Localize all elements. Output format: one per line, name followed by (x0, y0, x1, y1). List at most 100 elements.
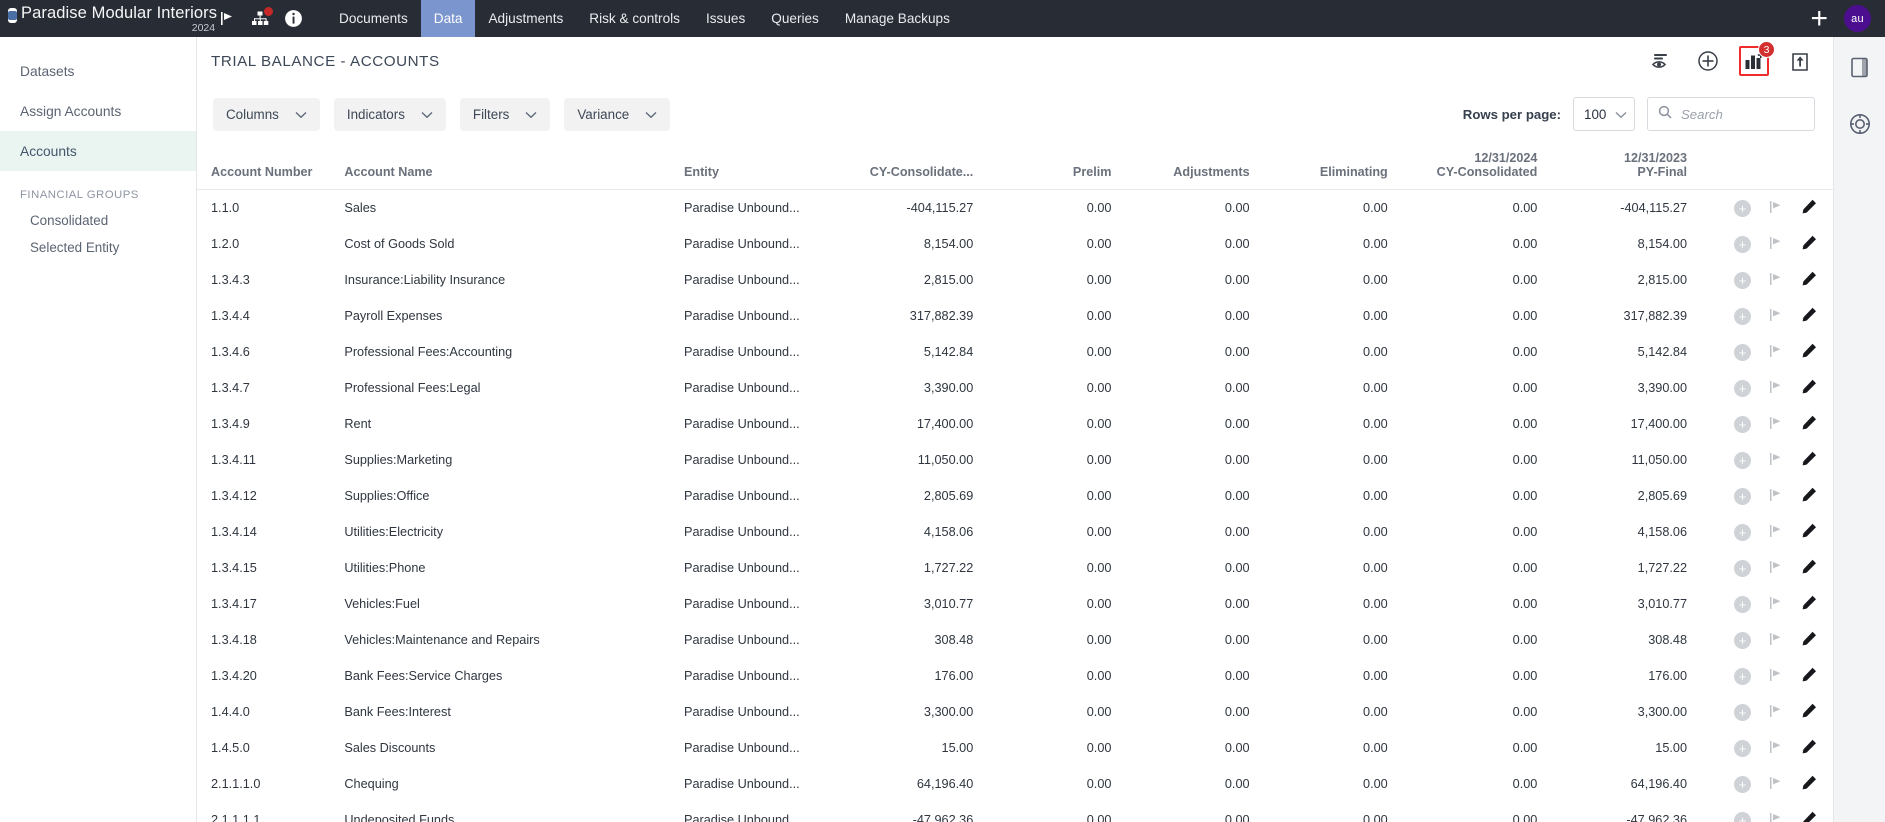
column-header-adjustments[interactable]: Adjustments (1121, 143, 1259, 190)
table-row[interactable]: 1.3.4.11Supplies:MarketingParadise Unbou… (197, 442, 1833, 478)
table-row[interactable]: 1.3.4.17Vehicles:FuelParadise Unbound...… (197, 586, 1833, 622)
column-header-eliminating[interactable]: Eliminating (1260, 143, 1398, 190)
table-row[interactable]: 2.1.1.1.1Undeposited FundsParadise Unbou… (197, 802, 1833, 822)
sidebar-item-selected-entity[interactable]: Selected Entity (0, 234, 196, 261)
add-icon[interactable]: + (1734, 416, 1751, 433)
flag-icon[interactable] (219, 10, 236, 27)
add-icon[interactable]: + (1734, 200, 1751, 217)
help-circle-icon[interactable] (1849, 113, 1871, 140)
table-row[interactable]: 1.3.4.6Professional Fees:AccountingParad… (197, 334, 1833, 370)
add-icon[interactable]: + (1734, 704, 1751, 721)
flag-icon[interactable] (1769, 668, 1784, 685)
table-row[interactable]: 1.3.4.14Utilities:ElectricityParadise Un… (197, 514, 1833, 550)
nav-item-data[interactable]: Data (421, 0, 476, 37)
flag-icon[interactable] (1769, 488, 1784, 505)
filters-dropdown[interactable]: Filters (460, 98, 550, 131)
edit-pencil-icon[interactable] (1802, 811, 1817, 822)
table-row[interactable]: 1.3.4.3Insurance:Liability InsurancePara… (197, 262, 1833, 298)
flag-icon[interactable] (1769, 452, 1784, 469)
add-icon[interactable]: + (1734, 740, 1751, 757)
indicators-dropdown[interactable]: Indicators (334, 98, 446, 131)
edit-pencil-icon[interactable] (1802, 415, 1817, 433)
add-icon[interactable]: + (1734, 308, 1751, 325)
table-row[interactable]: 2.1.1.1.0ChequingParadise Unbound...64,1… (197, 766, 1833, 802)
sidebar-item-datasets[interactable]: Datasets (0, 51, 196, 91)
column-header-cy-consolidate[interactable]: CY-Consolidate... (845, 143, 983, 190)
edit-pencil-icon[interactable] (1802, 703, 1817, 721)
flag-icon[interactable] (1769, 596, 1784, 613)
sidebar-item-accounts[interactable]: Accounts (0, 131, 196, 171)
add-icon[interactable]: + (1734, 524, 1751, 541)
search-input[interactable] (1681, 107, 1804, 122)
flag-icon[interactable] (1769, 704, 1784, 721)
edit-pencil-icon[interactable] (1802, 559, 1817, 577)
table-row[interactable]: 1.3.4.18Vehicles:Maintenance and Repairs… (197, 622, 1833, 658)
sidebar-item-consolidated[interactable]: Consolidated (0, 207, 196, 234)
column-header-py-final[interactable]: 12/31/2023 PY-Final (1547, 143, 1697, 190)
flag-icon[interactable] (1769, 272, 1784, 289)
add-icon[interactable]: + (1734, 488, 1751, 505)
table-row[interactable]: 1.3.4.4Payroll ExpensesParadise Unbound.… (197, 298, 1833, 334)
sidebar-item-assign-accounts[interactable]: Assign Accounts (0, 91, 196, 131)
edit-pencil-icon[interactable] (1802, 271, 1817, 289)
table-row[interactable]: 1.3.4.7Professional Fees:LegalParadise U… (197, 370, 1833, 406)
brand-logo-area[interactable]: Paradise Modular Interiors 2024 (0, 3, 215, 34)
export-icon[interactable] (1785, 46, 1815, 76)
column-header-prelim[interactable]: Prelim (983, 143, 1121, 190)
add-new-button[interactable]: + (1810, 7, 1828, 31)
variance-dropdown[interactable]: Variance (564, 98, 670, 131)
flag-icon[interactable] (1769, 524, 1784, 541)
edit-pencil-icon[interactable] (1802, 343, 1817, 361)
nav-item-documents[interactable]: Documents (326, 0, 421, 37)
nav-item-queries[interactable]: Queries (758, 0, 832, 37)
edit-pencil-icon[interactable] (1802, 739, 1817, 757)
table-row[interactable]: 1.3.4.12Supplies:OfficeParadise Unbound.… (197, 478, 1833, 514)
add-icon[interactable]: + (1734, 812, 1751, 822)
column-header-account-name[interactable]: Account Name (344, 143, 684, 190)
add-icon[interactable]: + (1734, 668, 1751, 685)
flag-icon[interactable] (1769, 740, 1784, 757)
flag-icon[interactable] (1769, 632, 1784, 649)
table-row[interactable]: 1.4.5.0Sales DiscountsParadise Unbound..… (197, 730, 1833, 766)
edit-pencil-icon[interactable] (1802, 667, 1817, 685)
edit-pencil-icon[interactable] (1802, 523, 1817, 541)
column-header-cy-consolidated[interactable]: 12/31/2024 CY-Consolidated (1398, 143, 1548, 190)
nav-item-risk-controls[interactable]: Risk & controls (576, 0, 693, 37)
table-row[interactable]: 1.3.4.20Bank Fees:Service ChargesParadis… (197, 658, 1833, 694)
edit-pencil-icon[interactable] (1802, 451, 1817, 469)
edit-pencil-icon[interactable] (1802, 487, 1817, 505)
edit-pencil-icon[interactable] (1802, 199, 1817, 217)
flag-icon[interactable] (1769, 344, 1784, 361)
table-row[interactable]: 1.1.0SalesParadise Unbound...-404,115.27… (197, 190, 1833, 227)
flag-icon[interactable] (1769, 380, 1784, 397)
column-header-account-number[interactable]: Account Number (197, 143, 344, 190)
table-row[interactable]: 1.4.4.0Bank Fees:InterestParadise Unboun… (197, 694, 1833, 730)
add-icon[interactable]: + (1734, 596, 1751, 613)
org-chart-icon[interactable] (251, 10, 269, 27)
flag-icon[interactable] (1769, 776, 1784, 793)
edit-pencil-icon[interactable] (1802, 307, 1817, 325)
rows-per-page-select[interactable]: 100 (1573, 97, 1635, 131)
flag-icon[interactable] (1769, 416, 1784, 433)
edit-pencil-icon[interactable] (1802, 235, 1817, 253)
edit-pencil-icon[interactable] (1802, 595, 1817, 613)
column-header-entity[interactable]: Entity (684, 143, 845, 190)
panel-toggle-icon[interactable] (1850, 57, 1869, 83)
nav-item-adjustments[interactable]: Adjustments (475, 0, 576, 37)
flag-icon[interactable] (1769, 200, 1784, 217)
edit-pencil-icon[interactable] (1802, 379, 1817, 397)
add-icon[interactable]: + (1734, 344, 1751, 361)
flag-icon[interactable] (1769, 812, 1784, 822)
flag-icon[interactable] (1769, 308, 1784, 325)
add-icon[interactable]: + (1734, 272, 1751, 289)
table-row[interactable]: 1.3.4.15Utilities:PhoneParadise Unbound.… (197, 550, 1833, 586)
columns-dropdown[interactable]: Columns (213, 98, 320, 131)
user-avatar[interactable]: au (1844, 5, 1871, 32)
nav-item-manage-backups[interactable]: Manage Backups (832, 0, 963, 37)
search-box[interactable] (1647, 97, 1815, 131)
add-icon[interactable]: + (1734, 452, 1751, 469)
add-chart-icon[interactable]: 3 (1739, 46, 1769, 76)
edit-pencil-icon[interactable] (1802, 631, 1817, 649)
table-row[interactable]: 1.3.4.9RentParadise Unbound...17,400.000… (197, 406, 1833, 442)
flag-icon[interactable] (1769, 560, 1784, 577)
